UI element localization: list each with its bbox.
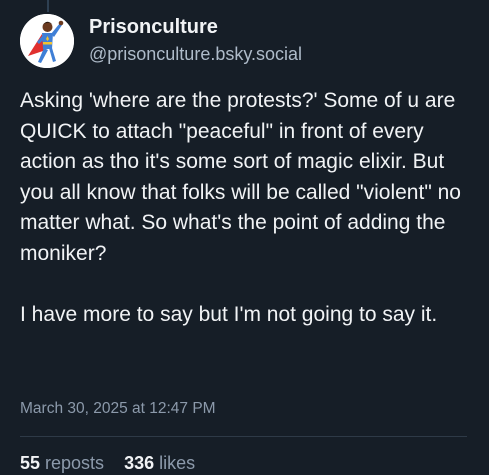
thread-connector-line xyxy=(47,0,49,12)
author-handle[interactable]: @prisonculture.bsky.social xyxy=(89,41,302,67)
reposts-label: reposts xyxy=(45,453,105,473)
post-timestamp[interactable]: March 30, 2025 at 12:47 PM xyxy=(20,400,216,418)
avatar[interactable] xyxy=(20,14,74,68)
reposts-stat[interactable]: 55 reposts xyxy=(20,451,104,475)
author-display-name[interactable]: Prisonculture xyxy=(89,15,302,39)
post-header: Prisonculture @prisonculture.bsky.social xyxy=(20,14,302,68)
likes-stat[interactable]: 336 likes xyxy=(124,451,195,475)
author-names: Prisonculture @prisonculture.bsky.social xyxy=(89,15,302,67)
post-body-text: Asking 'where are the protests?' Some of… xyxy=(20,89,461,326)
likes-count: 336 xyxy=(124,453,160,473)
likes-label: likes xyxy=(159,453,196,473)
post-stats: 55 reposts 336 likes xyxy=(20,451,215,475)
reposts-count: 55 xyxy=(20,453,46,473)
superhero-avatar-icon xyxy=(20,14,74,68)
stats-divider xyxy=(20,436,467,437)
